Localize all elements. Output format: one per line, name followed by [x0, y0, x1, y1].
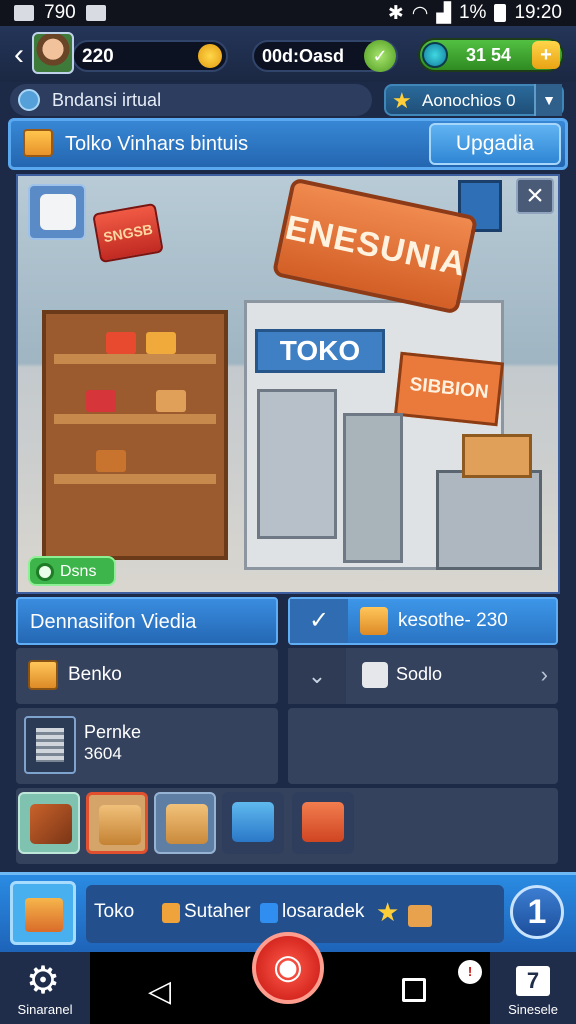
calendar-icon: 7 — [516, 966, 550, 996]
package-icon[interactable] — [28, 184, 86, 240]
selected-item-label: kesothe- 230 — [398, 610, 508, 631]
action-label-2[interactable]: Sutaher — [184, 901, 251, 923]
info-icon — [18, 89, 40, 111]
box-icon — [166, 804, 208, 844]
list-item[interactable]: ⌄ Sodlo › — [288, 648, 558, 704]
check-icon: ✓ — [290, 599, 348, 643]
signal-icon: ▟ — [436, 2, 451, 24]
clock: 19:20 — [514, 2, 562, 23]
close-icon[interactable]: × — [516, 178, 554, 214]
energy-icon — [422, 42, 448, 68]
shop-icon[interactable] — [10, 881, 76, 945]
server-icon — [24, 716, 76, 774]
gear-icon: ⚙ — [26, 960, 61, 1002]
awning-text: TOKO — [279, 335, 361, 366]
store-banner: Tolko Vinhars bintuis Upgadia — [8, 118, 568, 170]
category-label: Dennasiifon Viedia — [30, 611, 197, 633]
energy-value: 31 54 — [466, 45, 512, 65]
chevron-down-icon[interactable]: ▼ — [534, 84, 562, 116]
recent-apps-icon[interactable] — [402, 978, 426, 1002]
status-left-time: 790 — [44, 2, 76, 23]
status-bar: 790 ✱ ◠ ▟ 1% 19:20 — [0, 0, 576, 26]
shelf[interactable] — [42, 310, 228, 560]
gems-pill: 00d:Oasd ✓ — [252, 40, 398, 72]
item-slot[interactable] — [18, 792, 80, 854]
notification-icon — [14, 5, 34, 21]
item-slot[interactable] — [154, 792, 216, 854]
crate[interactable] — [462, 434, 532, 478]
red-tag-text: SNGSB — [102, 220, 154, 246]
shield-icon — [260, 903, 278, 923]
list-item[interactable]: Benko — [16, 648, 278, 704]
star-icon: ★ — [376, 897, 400, 927]
cube-icon — [362, 662, 388, 688]
coin-icon — [198, 44, 222, 68]
notification-badge-icon[interactable]: ! — [458, 960, 482, 984]
leaf-icon[interactable]: ✓ — [364, 40, 396, 72]
item-slot[interactable] — [222, 792, 284, 854]
app-icon — [85, 5, 106, 21]
action-label-toko[interactable]: Toko — [94, 901, 134, 923]
hammer-icon — [30, 804, 72, 844]
star-icon: ★ — [392, 88, 412, 113]
box-icon — [28, 660, 58, 690]
notice-label: Aonochios 0 — [422, 91, 516, 110]
banner-title: Tolko Vinhars bintuis — [65, 133, 249, 155]
box-icon — [23, 129, 53, 157]
energy-pill: 31 54 + — [418, 38, 564, 72]
category-tab-active[interactable]: Dennasiifon Viedia — [16, 597, 278, 645]
back-arrow-icon[interactable]: ‹ — [6, 38, 32, 72]
battery-percent: 1% — [458, 2, 487, 23]
bag-icon — [99, 805, 141, 845]
gift-icon — [162, 903, 180, 923]
status-badge[interactable]: Dsns — [28, 556, 116, 586]
box-icon — [408, 905, 432, 927]
add-energy-button[interactable]: + — [532, 41, 560, 69]
info-row[interactable]: Bndansi irtual — [10, 84, 372, 116]
battery-icon — [494, 4, 507, 22]
selected-item-row[interactable]: ✓ kesothe- 230 — [288, 597, 558, 645]
status-dot-icon — [36, 563, 54, 581]
cooler-icon — [232, 802, 274, 842]
action-label-3[interactable]: losaradek — [282, 901, 364, 923]
settings-label: Sinaranel — [17, 1002, 73, 1017]
info-label: Bndansi irtual — [52, 90, 162, 110]
count-badge[interactable]: 1 — [510, 885, 564, 939]
schedule-label: Sinesele — [508, 1002, 558, 1017]
home-button-icon[interactable]: ◉ — [252, 932, 324, 1004]
score-pill: 220 — [72, 40, 228, 72]
gems-value: 00d:Oasd — [262, 46, 345, 66]
schedule-button[interactable]: 7 Sinesele — [490, 952, 576, 1024]
list-item-name: Pernke — [84, 722, 142, 742]
list-item-value: 3604 — [84, 744, 122, 763]
notice-button[interactable]: ★ Aonochios 0 ▼ — [384, 84, 564, 116]
side-sign-text: SIBBION — [408, 373, 490, 404]
item-slot-selected[interactable] — [86, 792, 148, 854]
machine[interactable] — [436, 470, 542, 570]
package-icon — [360, 607, 388, 635]
upgrade-button[interactable]: Upgadia — [429, 123, 561, 165]
score-value: 220 — [82, 46, 114, 67]
empty-slot[interactable] — [288, 708, 558, 784]
list-item-label: Sodlo — [396, 664, 443, 684]
status-badge-label: Dsns — [60, 563, 97, 580]
chevron-right-icon[interactable]: › — [541, 662, 548, 688]
item-slot[interactable] — [292, 792, 354, 854]
bluetooth-icon: ✱ — [387, 2, 404, 24]
wifi-icon: ◠ — [411, 2, 429, 24]
nav-back-icon[interactable]: ◁ — [148, 974, 171, 1009]
chevron-down-icon[interactable]: ⌄ — [288, 648, 346, 704]
list-item[interactable]: Pernke 3604 — [16, 708, 278, 784]
avatar[interactable] — [32, 32, 74, 74]
item-tray — [16, 788, 558, 864]
settings-button[interactable]: ⚙ Sinaranel — [0, 952, 90, 1024]
gift-icon — [302, 802, 344, 842]
list-item-label: Benko — [68, 664, 122, 685]
